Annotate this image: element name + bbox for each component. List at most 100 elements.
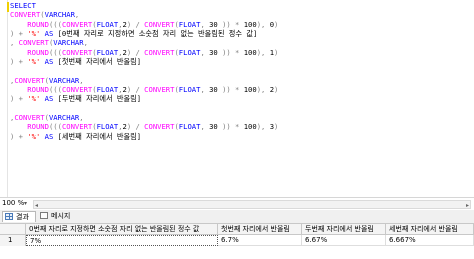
code-token: CONVERT [61,47,93,57]
code-token: ) [274,47,279,57]
code-token: AS [40,57,58,67]
code-token: 30 [209,47,218,57]
row-number[interactable]: 1 [0,235,26,246]
code-line[interactable]: SELECT [10,1,278,10]
code-token: ((( [48,85,62,95]
code-token: VARCHAR [48,113,80,123]
code-line[interactable]: ROUND(((CONVERT(FLOAT,2) / CONVERT(FLOAT… [10,20,278,29]
code-line[interactable] [10,66,278,75]
code-token: , [200,122,210,132]
code-line[interactable]: ) + '%' AS [첫번째 자리에서 반올림] [10,57,278,66]
column-header[interactable]: 세번째 자리에서 반올림 [386,224,474,235]
code-token: FLOAT [178,19,201,29]
code-token: [두번째 자리에서 반올림] [57,94,142,104]
grid-corner[interactable] [0,224,26,235]
grid-cell[interactable]: 6.667% [386,235,474,246]
code-token: ) / [126,85,145,95]
code-token: ) [274,85,279,95]
tab-messages[interactable]: 메시지 [38,211,78,222]
code-token: VARCHAR [48,75,80,85]
sql-editor[interactable]: SELECT CONVERT(VARCHAR, ROUND(((CONVERT(F… [0,0,474,197]
column-header[interactable]: 0번째 자리로 지정하면 소숫점 자리 없는 반올림된 정수 값 [26,224,218,235]
code-token: CONVERT [144,19,175,29]
code-token: , [83,38,88,48]
code-line[interactable]: ROUND(((CONVERT(FLOAT,2) / CONVERT(FLOAT… [10,48,278,57]
code-token: )) * [217,85,244,95]
code-token: , [74,10,80,20]
zoom-dropdown-icon[interactable]: ▾ [24,198,27,209]
code-token: ) [274,122,279,132]
code-token: ), [256,122,270,132]
code-line[interactable]: ) + '%' AS [세번째 자리에서 반올림] [10,132,278,141]
code-token: ) / [126,47,145,57]
code-token: FLOAT [96,19,119,29]
code-token: ROUND [10,19,49,29]
code-token: '%' [27,94,41,104]
code-token: ROUND [10,85,49,95]
column-header[interactable]: 두번째 자리에서 반올림 [302,224,386,235]
code-token: ) + [10,57,28,67]
code-token: CONVERT [144,122,175,132]
code-token: ROUND [10,47,49,57]
code-line[interactable]: ) + '%' AS [두번째 자리에서 반올림] [10,94,278,103]
code-line[interactable]: ,CONVERT(VARCHAR, [10,113,278,122]
code-token: CONVERT [61,19,93,29]
code-line[interactable]: ,CONVERT(VARCHAR, [10,76,278,85]
results-grid[interactable]: 0번째 자리로 지정하면 소숫점 자리 없는 반올림된 정수 값 첫번째 자리에… [0,224,474,259]
code-line[interactable]: ROUND(((CONVERT(FLOAT,2) / CONVERT(FLOAT… [10,122,278,131]
results-tabs: 결과 메시지 [0,210,474,224]
code-token: [세번째 자리에서 반올림] [57,131,142,141]
code-line[interactable]: ) + '%' AS [0번째 자리로 지정하면 소숫점 자리 없는 반올림된 … [10,29,278,38]
code-token: FLOAT [96,47,119,57]
code-token: VARCHAR [53,38,84,48]
code-token: AS [40,94,58,104]
tab-results[interactable]: 결과 [2,211,36,222]
grid-cell[interactable]: 6.7% [218,235,302,246]
code-token: 30 [209,85,218,95]
code-token: [첫번째 자리에서 반올림] [57,57,142,67]
tab-results-label: 결과 [16,213,29,221]
code-line[interactable] [10,104,278,113]
code-line[interactable]: CONVERT(VARCHAR, [10,10,278,19]
code-token: ) + [10,131,28,141]
code-token: , [79,113,84,123]
code-token: CONVERT [14,75,45,85]
code-token: '%' [27,131,41,141]
code-token: ) / [126,122,145,132]
code-token: 100 [243,122,257,132]
message-icon [40,212,48,219]
code-token: , [79,75,84,85]
code-token: FLOAT [96,85,119,95]
code-token: ((( [48,122,62,132]
code-token: FLOAT [178,122,201,132]
code-token: ) + [10,29,28,39]
code-token: [0번째 자리로 지정하면 소숫점 자리 없는 반올림된 정수 값] [57,29,258,39]
code-token: SELECT [10,1,36,10]
code-token: 30 [209,122,218,132]
column-header[interactable]: 첫번째 자리에서 반올림 [218,224,302,235]
code-token: , [200,85,210,95]
code-token: FLOAT [96,122,119,132]
code-token: CONVERT [61,122,93,132]
code-token: CONVERT [18,38,49,48]
code-token: FLOAT [178,85,201,95]
code-token: 100 [243,47,257,57]
horizontal-scrollbar[interactable]: ◂ ▸ [33,200,471,209]
grid-cell[interactable]: 6.67% [302,235,386,246]
code-token: )) * [217,47,244,57]
grid-cell[interactable]: 7% [26,235,218,246]
sql-code[interactable]: SELECT CONVERT(VARCHAR, ROUND(((CONVERT(F… [10,1,278,141]
code-token: , [10,38,19,48]
tab-messages-label: 메시지 [51,212,71,220]
zoom-level[interactable]: 100 % [2,198,24,209]
code-token: ((( [48,19,62,29]
code-token: CONVERT [144,85,175,95]
code-token: ROUND [10,122,49,132]
code-token: ) / [126,19,145,29]
code-token: CONVERT [10,10,41,20]
code-token: 30 [209,19,218,29]
code-line[interactable]: ROUND(((CONVERT(FLOAT,2) / CONVERT(FLOAT… [10,85,278,94]
code-line[interactable]: , CONVERT(VARCHAR, [10,38,278,47]
code-token: ) [274,19,279,29]
code-token: ), [256,47,270,57]
